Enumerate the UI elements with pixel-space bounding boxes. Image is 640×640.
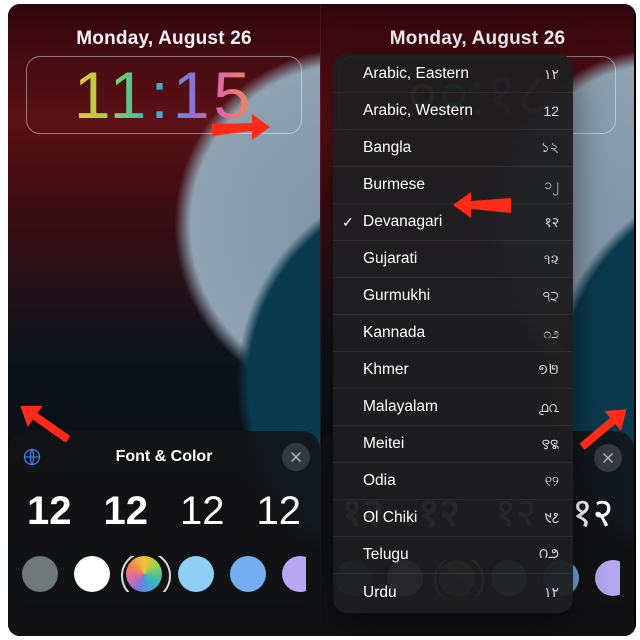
numeral-sample: ੧੨ [543, 288, 559, 305]
font-style-option[interactable]: 12 [252, 489, 307, 534]
numeral-sample: ᱑᱒ [545, 509, 559, 528]
color-swatch[interactable] [230, 556, 266, 592]
clock-time: 11:15 [74, 62, 254, 128]
numeral-option[interactable]: Arabic, Eastern ١٢ [333, 56, 573, 93]
color-swatch[interactable] [282, 556, 306, 592]
numeral-sample: ൧൨ [539, 399, 559, 416]
sheet-title: Font & Color [116, 448, 213, 466]
clock-widget-frame[interactable]: 11:15 [26, 56, 302, 134]
numeral-option[interactable]: Meitei ꯱꯲ [333, 426, 573, 463]
numeral-option[interactable]: Gurmukhi ੧੨ [333, 278, 573, 315]
numeral-script-menu[interactable]: Arabic, Eastern ١٢ Arabic, Western 12 Bangla… [333, 54, 573, 613]
numeral-option[interactable]: Arabic, Western 12 [333, 93, 573, 130]
font-style-option[interactable]: 12 [22, 489, 77, 534]
close-icon[interactable] [282, 443, 310, 471]
numeral-option-label: Meitei [363, 435, 404, 453]
numeral-option-label: Kannada [363, 324, 425, 342]
numeral-sample: ၁၂ [544, 175, 559, 196]
numeral-option-label: Arabic, Western [363, 102, 473, 120]
numeral-sample: ೧೨ [543, 325, 559, 342]
numeral-option[interactable]: Kannada ೧೨ [333, 315, 573, 352]
numeral-option[interactable]: Odia ୧୨ [333, 463, 573, 500]
font-style-option[interactable]: 12 [99, 489, 154, 534]
numeral-option-label: Gujarati [363, 250, 417, 268]
lockscreen-editor-right: Monday, August 26 ००:१८ १२१२१२१२ Arabic,… [321, 4, 634, 636]
color-swatch[interactable] [74, 556, 110, 592]
numeral-option[interactable]: Khmer ១២ [333, 352, 573, 389]
date-label[interactable]: Monday, August 26 [321, 28, 634, 50]
font-color-sheet: Font & Color 12 12 12 12 [8, 431, 320, 636]
numeral-sample: 12 [543, 103, 559, 119]
numeral-option-label: Odia [363, 472, 396, 490]
numeral-option[interactable]: Burmese ၁၂ [333, 167, 573, 204]
numeral-sample: ꯱꯲ [542, 435, 559, 454]
numeral-option-label: Devanagari [363, 213, 442, 231]
numeral-option[interactable]: Telugu ౧౨ [333, 537, 573, 574]
numeral-sample: ١٢ [544, 66, 559, 83]
numeral-option-label: Ol Chiki [363, 509, 417, 527]
color-swatch[interactable] [126, 556, 162, 592]
numeral-option-label: Arabic, Eastern [363, 65, 469, 83]
numeral-option-label: Malayalam [363, 398, 438, 416]
numeral-sample: ౧౨ [539, 545, 559, 565]
numeral-option[interactable]: Bangla ১২ [333, 130, 573, 167]
color-swatch[interactable] [595, 560, 620, 596]
numeral-sample: ১২ [541, 136, 559, 160]
numeral-option-label: Telugu [363, 546, 409, 564]
lockscreen-editor-left: Monday, August 26 11:15 Font & Color 121… [8, 4, 321, 636]
numeral-sample: ୧୨ [545, 473, 559, 490]
numeral-sample: ૧૨ [544, 251, 559, 268]
font-style-option[interactable]: १२ [565, 483, 620, 538]
numeral-option[interactable]: ✓ Devanagari १२ [333, 204, 573, 241]
numeral-option-label: Urdu [363, 584, 397, 602]
numeral-option[interactable]: Malayalam ൧൨ [333, 389, 573, 426]
sheet-header: Font & Color [22, 441, 306, 473]
numeral-option[interactable]: Ol Chiki ᱑᱒ [333, 500, 573, 537]
numeral-sample: ۱۲ [544, 584, 559, 601]
numeral-sample: १२ [544, 213, 559, 232]
numeral-option-label: Bangla [363, 139, 411, 157]
font-style-option[interactable]: 12 [175, 489, 230, 534]
font-style-row[interactable]: 12 12 12 12 [22, 489, 306, 534]
numeral-option-label: Khmer [363, 361, 409, 379]
color-swatch-row[interactable] [22, 556, 306, 592]
color-swatch[interactable] [22, 556, 58, 592]
globe-icon[interactable] [18, 443, 46, 471]
color-swatch[interactable] [178, 556, 214, 592]
numeral-option[interactable]: Gujarati ૧૨ [333, 241, 573, 278]
numeral-option[interactable]: Urdu ۱۲ [333, 574, 573, 611]
checkmark-icon: ✓ [342, 214, 354, 231]
numeral-option-label: Gurmukhi [363, 287, 430, 305]
numeral-option-label: Burmese [363, 176, 425, 194]
screenshot-stage: Monday, August 26 11:15 Font & Color 121… [8, 4, 636, 636]
close-icon[interactable] [594, 444, 622, 472]
date-label[interactable]: Monday, August 26 [8, 28, 320, 50]
numeral-sample: ១២ [538, 360, 559, 381]
